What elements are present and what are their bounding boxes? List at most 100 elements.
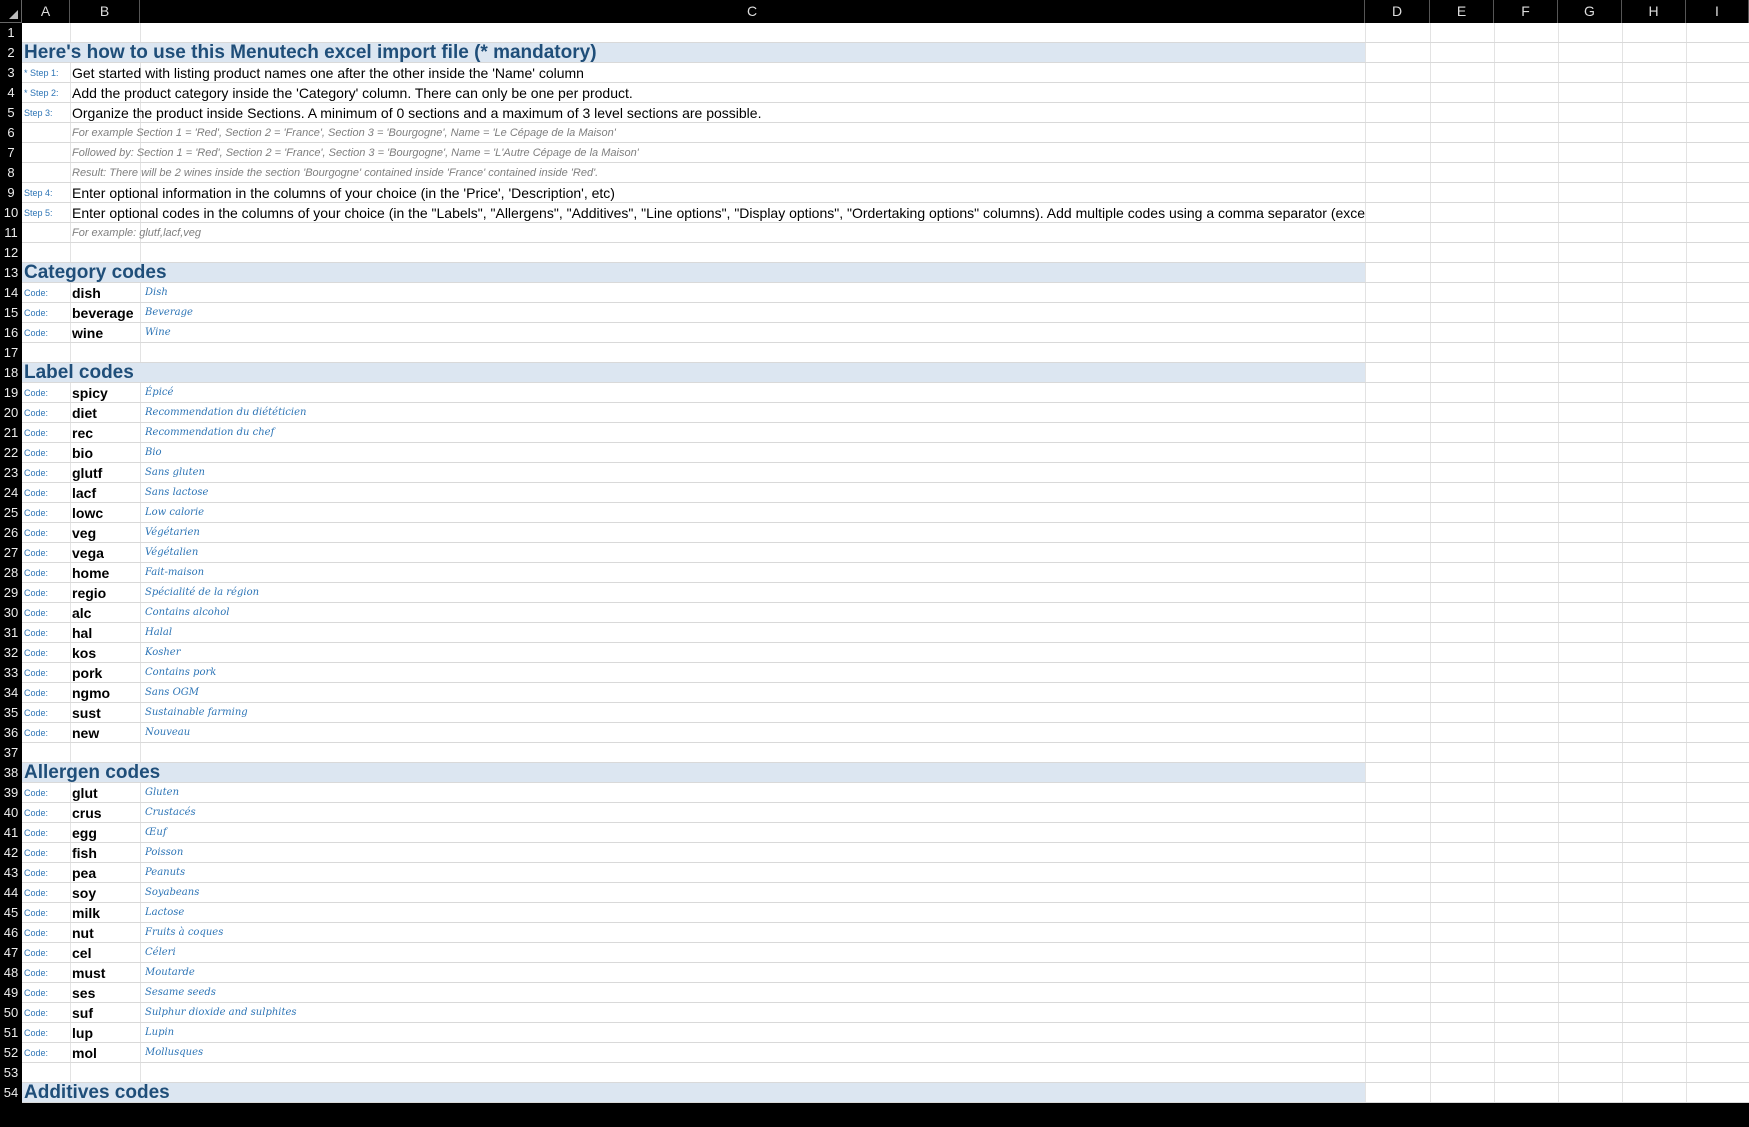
- row-number[interactable]: 45: [0, 903, 22, 923]
- step-text[interactable]: Add the product category inside the 'Cat…: [72, 83, 1365, 103]
- row-cells[interactable]: Code: rec Recommendation du chef: [22, 423, 1749, 443]
- row-number[interactable]: 2: [0, 43, 22, 63]
- row-number[interactable]: 3: [0, 63, 22, 83]
- code-prefix-label[interactable]: Code:: [24, 943, 69, 963]
- code-prefix-label[interactable]: Code:: [24, 403, 69, 423]
- code-prefix-label[interactable]: Code:: [24, 983, 69, 1003]
- row-number[interactable]: 14: [0, 283, 22, 303]
- column-header-f[interactable]: F: [1494, 0, 1558, 23]
- code-value[interactable]: sust: [72, 703, 142, 723]
- step-label[interactable]: Step 4:: [24, 183, 69, 203]
- row-number[interactable]: 4: [0, 83, 22, 103]
- code-prefix-label[interactable]: Code:: [24, 283, 69, 303]
- row-cells[interactable]: Code: crus Crustacés: [22, 803, 1749, 823]
- instructions-title[interactable]: Here's how to use this Menutech excel im…: [24, 43, 1364, 63]
- row-cells[interactable]: Label codes: [22, 363, 1749, 383]
- code-description[interactable]: Poisson: [145, 843, 1345, 863]
- code-prefix-label[interactable]: Code:: [24, 603, 69, 623]
- code-description[interactable]: Céleri: [145, 943, 1345, 963]
- step-label[interactable]: Step 5:: [24, 203, 69, 223]
- column-header-h[interactable]: H: [1622, 0, 1686, 23]
- code-prefix-label[interactable]: Code:: [24, 303, 69, 323]
- step-example[interactable]: For example: glutf,lacf,veg: [72, 223, 1365, 243]
- row-cells[interactable]: Code: nut Fruits à coques: [22, 923, 1749, 943]
- step-label[interactable]: * Step 1:: [24, 63, 69, 83]
- row-number[interactable]: 5: [0, 103, 22, 123]
- code-description[interactable]: Fruits à coques: [145, 923, 1345, 943]
- code-value[interactable]: hal: [72, 623, 142, 643]
- row-cells[interactable]: Step 3: Organize the product inside Secti…: [22, 103, 1749, 123]
- code-value[interactable]: bio: [72, 443, 142, 463]
- row-cells[interactable]: Code: mol Mollusques: [22, 1043, 1749, 1063]
- code-prefix-label[interactable]: Code:: [24, 823, 69, 843]
- row-number[interactable]: 24: [0, 483, 22, 503]
- code-description[interactable]: Soyabeans: [145, 883, 1345, 903]
- column-header-g[interactable]: G: [1558, 0, 1622, 23]
- row-cells[interactable]: Code: regio Spécialité de la région: [22, 583, 1749, 603]
- row-number[interactable]: 34: [0, 683, 22, 703]
- code-description[interactable]: Sans gluten: [145, 463, 1345, 483]
- step-example[interactable]: Followed by: Section 1 = 'Red', Section …: [72, 143, 1365, 163]
- code-description[interactable]: Halal: [145, 623, 1345, 643]
- code-prefix-label[interactable]: Code:: [24, 783, 69, 803]
- code-value[interactable]: regio: [72, 583, 142, 603]
- code-value[interactable]: must: [72, 963, 142, 983]
- code-prefix-label[interactable]: Code:: [24, 843, 69, 863]
- row-cells[interactable]: Code: lowc Low calorie: [22, 503, 1749, 523]
- row-number[interactable]: 54: [0, 1083, 22, 1103]
- row-number[interactable]: 33: [0, 663, 22, 683]
- row-cells[interactable]: Category codes: [22, 263, 1749, 283]
- code-value[interactable]: glutf: [72, 463, 142, 483]
- row-cells[interactable]: Code: ngmo Sans OGM: [22, 683, 1749, 703]
- row-cells[interactable]: Code: lacf Sans lactose: [22, 483, 1749, 503]
- code-value[interactable]: vega: [72, 543, 142, 563]
- row-cells[interactable]: [22, 243, 1749, 263]
- row-cells[interactable]: [22, 743, 1749, 763]
- code-description[interactable]: Bio: [145, 443, 1345, 463]
- row-cells[interactable]: Code: new Nouveau: [22, 723, 1749, 743]
- code-description[interactable]: Dish: [145, 283, 1345, 303]
- code-prefix-label[interactable]: Code:: [24, 923, 69, 943]
- column-header-c[interactable]: C: [140, 0, 1365, 23]
- code-value[interactable]: fish: [72, 843, 142, 863]
- column-header-d[interactable]: D: [1365, 0, 1430, 23]
- row-cells[interactable]: Code: veg Végétarien: [22, 523, 1749, 543]
- row-cells[interactable]: Additives codes: [22, 1083, 1749, 1103]
- code-description[interactable]: Contains alcohol: [145, 603, 1345, 623]
- row-number[interactable]: 21: [0, 423, 22, 443]
- code-description[interactable]: Sesame seeds: [145, 983, 1345, 1003]
- code-prefix-label[interactable]: Code:: [24, 323, 69, 343]
- code-value[interactable]: veg: [72, 523, 142, 543]
- row-number[interactable]: 30: [0, 603, 22, 623]
- row-number[interactable]: 15: [0, 303, 22, 323]
- row-cells[interactable]: Code: sust Sustainable farming: [22, 703, 1749, 723]
- code-prefix-label[interactable]: Code:: [24, 683, 69, 703]
- code-value[interactable]: ses: [72, 983, 142, 1003]
- row-number[interactable]: 49: [0, 983, 22, 1003]
- row-number[interactable]: 23: [0, 463, 22, 483]
- row-number[interactable]: 50: [0, 1003, 22, 1023]
- column-header-a[interactable]: A: [22, 0, 70, 23]
- row-number[interactable]: 1: [0, 23, 22, 43]
- row-number[interactable]: 22: [0, 443, 22, 463]
- row-number[interactable]: 37: [0, 743, 22, 763]
- row-cells[interactable]: Code: wine Wine: [22, 323, 1749, 343]
- row-number[interactable]: 38: [0, 763, 22, 783]
- row-number[interactable]: 18: [0, 363, 22, 383]
- code-prefix-label[interactable]: Code:: [24, 443, 69, 463]
- code-prefix-label[interactable]: Code:: [24, 1043, 69, 1063]
- code-description[interactable]: Végétalien: [145, 543, 1345, 563]
- row-number[interactable]: 48: [0, 963, 22, 983]
- code-description[interactable]: Fait-maison: [145, 563, 1345, 583]
- section-title[interactable]: Allergen codes: [24, 763, 1364, 783]
- code-value[interactable]: rec: [72, 423, 142, 443]
- row-cells[interactable]: Code: beverage Beverage: [22, 303, 1749, 323]
- code-prefix-label[interactable]: Code:: [24, 903, 69, 923]
- code-value[interactable]: lup: [72, 1023, 142, 1043]
- row-number[interactable]: 52: [0, 1043, 22, 1063]
- row-number[interactable]: 27: [0, 543, 22, 563]
- row-cells[interactable]: Here's how to use this Menutech excel im…: [22, 43, 1749, 63]
- code-description[interactable]: Beverage: [145, 303, 1345, 323]
- section-title[interactable]: Additives codes: [24, 1083, 1364, 1103]
- code-prefix-label[interactable]: Code:: [24, 1003, 69, 1023]
